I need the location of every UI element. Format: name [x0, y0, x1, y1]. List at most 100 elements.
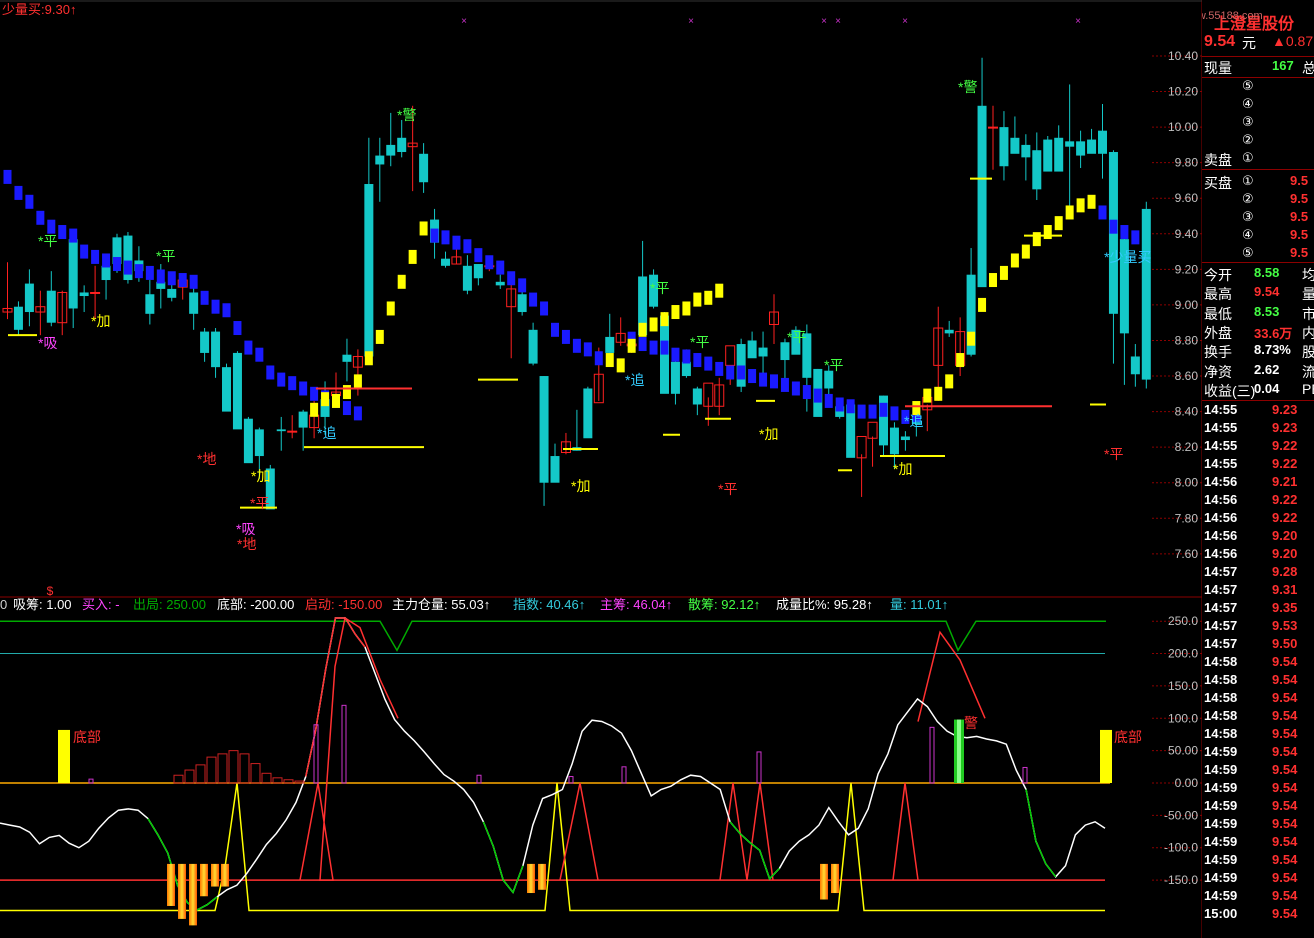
- stat-value: 33.6万: [1254, 325, 1293, 341]
- stat-label: 外盘: [1204, 324, 1232, 341]
- candle-body: [944, 329, 954, 334]
- price-axis-label: 8.80: [1175, 333, 1199, 347]
- upper-band-block: [299, 381, 308, 396]
- watermark: www.55188.com: [1202, 10, 1263, 22]
- upper-band-block: [233, 321, 242, 336]
- lower-support-block: [408, 249, 417, 264]
- upper-band-block: [824, 393, 833, 408]
- upper-band-block: [879, 402, 888, 417]
- tick-time: 14:59: [1204, 852, 1238, 867]
- tick-time: 14:57: [1204, 618, 1238, 633]
- vol-row: 现量 167 总: [1202, 58, 1314, 76]
- tick-time: 14:58: [1204, 672, 1238, 687]
- candle-body: [999, 127, 1009, 167]
- ind-legend-item: 成量比%: 95.28↑: [776, 597, 873, 612]
- bottom-marker-bar: [58, 729, 70, 783]
- tick-price: 9.54: [1272, 690, 1298, 705]
- ind-legend-item: 散筹: 92.12↑: [688, 597, 760, 612]
- upper-band-block: [770, 374, 778, 389]
- tick-row: 14:56 9.22: [1202, 492, 1314, 510]
- ind-legend-item: 量: 11.01↑: [890, 597, 948, 612]
- main-chip-bar: [621, 766, 627, 784]
- candle-body: [24, 283, 34, 313]
- lower-support-block: [1076, 198, 1085, 213]
- tick-time: 14:56: [1204, 510, 1238, 525]
- tick-price: 9.54: [1272, 798, 1298, 813]
- signal-label: *平: [156, 248, 175, 264]
- lower-support-block: [1043, 225, 1052, 240]
- upper-band-block: [474, 248, 483, 263]
- accumulation-bar: [200, 863, 208, 897]
- lower-support-block: [321, 392, 330, 407]
- upper-band-block: [748, 369, 757, 384]
- main-chip-bar: [341, 704, 347, 784]
- candle-body: [1130, 356, 1140, 375]
- signal-label: *加: [759, 426, 778, 442]
- lower-support-block: [715, 283, 724, 298]
- upper-band-block: [14, 185, 23, 200]
- signal-label: *吸: [38, 335, 57, 351]
- candle-body: [13, 306, 23, 330]
- vol-label: 现量: [1204, 60, 1232, 76]
- price-axis-label: 7.80: [1175, 511, 1199, 525]
- price-axis-label: 9.60: [1175, 191, 1199, 205]
- lower-support-block: [978, 297, 987, 312]
- stat-trail: 股: [1302, 344, 1314, 361]
- tick-time: 14:57: [1204, 636, 1238, 651]
- tick-price: 9.54: [1272, 726, 1298, 741]
- buy-price: 9.5: [1290, 191, 1309, 206]
- main-force-line: [0, 617, 1106, 911]
- stat-label: 最低: [1204, 305, 1232, 322]
- tick-time: 14:58: [1204, 726, 1238, 741]
- upper-band-block: [791, 381, 800, 396]
- tick-row: 14:58 9.54: [1202, 690, 1314, 708]
- tick-time: 14:59: [1204, 834, 1238, 849]
- tick-price: 9.21: [1272, 474, 1298, 489]
- sell-level: ④: [1242, 96, 1254, 111]
- tick-row: 14:59 9.54: [1202, 762, 1314, 780]
- upper-band-block: [441, 230, 450, 245]
- upper-band-block: [80, 244, 89, 259]
- stat-trail: 均: [1302, 267, 1314, 283]
- signal-label: *平: [38, 233, 57, 249]
- exit-line: [0, 620, 1106, 652]
- tick-price: 9.50: [1272, 636, 1298, 651]
- upper-band-block: [123, 260, 132, 275]
- candle-body: [1065, 141, 1075, 147]
- tick-price: 9.54: [1272, 816, 1298, 831]
- candle-body: [692, 388, 702, 405]
- lower-support-block: [967, 331, 976, 346]
- upper-band-block: [485, 255, 494, 270]
- tick-row: 14:59 9.54: [1202, 798, 1314, 816]
- accumulation-bar: [178, 863, 186, 919]
- lower-support-block: [332, 393, 340, 408]
- header-title: 少量买:9.30↑: [2, 2, 76, 17]
- start-line-spike: [892, 782, 919, 881]
- tick-row: 14:58 9.54: [1202, 708, 1314, 726]
- upper-band-block: [167, 271, 176, 286]
- buy-label: 买盘: [1204, 175, 1232, 191]
- candle-body: [889, 427, 899, 455]
- lower-support-block: [989, 273, 997, 288]
- lower-support-block: [956, 353, 965, 368]
- sell-level: ②: [1242, 132, 1254, 147]
- signal-label: *平: [650, 280, 669, 296]
- buy-level: ①: [1242, 173, 1254, 188]
- upper-band-block: [780, 377, 789, 392]
- upper-band-block: [1131, 230, 1140, 245]
- tick-row: 14:55 9.22: [1202, 438, 1314, 456]
- candle-body: [1032, 150, 1042, 190]
- ind-legend-item: 出局: 250.00: [133, 597, 206, 612]
- price-axis-label: 9.00: [1175, 298, 1199, 312]
- tick-row: 14:59 9.54: [1202, 888, 1314, 906]
- lower-support-block: [704, 290, 713, 305]
- sell-row: ⑤: [1202, 78, 1314, 96]
- sell-label: 卖盘: [1204, 152, 1232, 168]
- sell-level: ⑤: [1242, 78, 1254, 93]
- stat-trail: 市: [1302, 305, 1314, 322]
- candle-body: [386, 144, 396, 156]
- tick-time: 14:56: [1204, 528, 1238, 543]
- candle-body: [46, 290, 56, 323]
- buy-price: 9.5: [1290, 227, 1309, 242]
- signal-label: *平: [718, 481, 737, 497]
